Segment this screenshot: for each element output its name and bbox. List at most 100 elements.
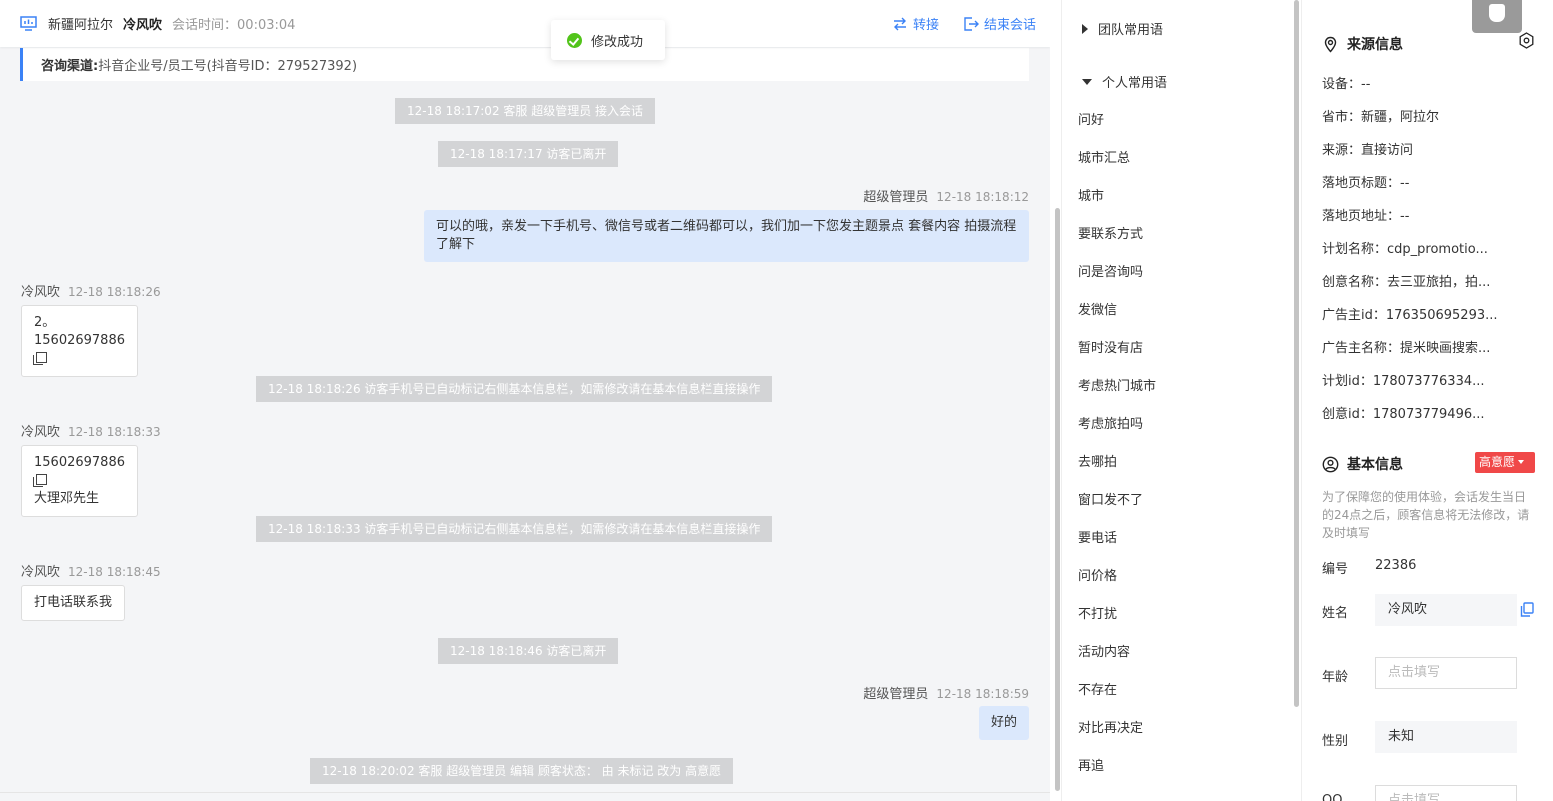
- message-line: 2。: [34, 315, 56, 330]
- phrase-item[interactable]: 暂时没有店: [1078, 337, 1143, 356]
- source-info-title: 来源信息: [1322, 34, 1403, 54]
- visitor-location: 新疆阿拉尔: [48, 18, 114, 33]
- phrase-item[interactable]: 活动内容: [1078, 641, 1130, 660]
- message-meta: 冷风吹 12-18 18:18:26: [21, 281, 161, 300]
- message-meta: 冷风吹 12-18 18:18:33: [21, 421, 161, 440]
- end-session-label: 结束会话: [983, 18, 1036, 33]
- phrase-item[interactable]: 城市: [1078, 185, 1104, 204]
- province-info: 省市：新疆，阿拉尔: [1322, 110, 1440, 125]
- system-message: 12-18 18:20:02 客服 超级管理员 编辑 顾客状态： 由 未标记 改…: [310, 758, 734, 784]
- channel-bar: 咨询渠道: 抖音企业号/员工号(抖音号ID：279527392): [20, 48, 1029, 81]
- message-time: 12-18 18:18:59: [936, 687, 1029, 701]
- origin-info: 来源：直接访问: [1322, 143, 1414, 158]
- gender-select[interactable]: 未知: [1375, 721, 1517, 753]
- sender-name: 冷风吹: [21, 285, 61, 300]
- session-duration: 会话时间：00:03:04: [172, 18, 296, 33]
- transfer-button[interactable]: 转接: [892, 14, 939, 33]
- chat-header: 新疆阿拉尔 冷风吹 会话时间：00:03:04 转接 结束会话: [0, 0, 1050, 47]
- agent-message: 可以的哦，亲发一下手机号、微信号或者二维码都可以，我们加一下您发主题景点 套餐内…: [424, 210, 1029, 262]
- plan-name-info: 计划名称：cdp_promotio...: [1322, 242, 1488, 257]
- message-time: 12-18 18:18:33: [68, 425, 161, 439]
- system-message: 12-18 18:17:17 访客已离开: [438, 141, 619, 167]
- copy-icon[interactable]: [33, 474, 47, 487]
- visitor-message: 2。 15602697886: [21, 305, 138, 377]
- success-toast: 修改成功: [551, 20, 665, 60]
- edit-notice: 为了保障您的使用体验，会话发生当日的24点之后，顾客信息将无法修改，请及时填写: [1322, 490, 1530, 540]
- group-label: 团队常用语: [1098, 23, 1164, 38]
- sender-name: 超级管理员: [863, 687, 929, 702]
- sender-name: 超级管理员: [863, 190, 929, 205]
- gender-label: 性别: [1322, 734, 1349, 749]
- phrase-item[interactable]: 发微信: [1078, 299, 1117, 318]
- user-circle-icon: [1322, 456, 1339, 472]
- message-meta: 冷风吹 12-18 18:18:45: [21, 561, 161, 580]
- phrase-item[interactable]: 再追: [1078, 755, 1104, 774]
- system-message: 12-18 18:18:33 访客手机号已自动标记右侧基本信息栏，如需修改请在基…: [256, 516, 773, 542]
- message-meta: 超级管理员 12-18 18:18:59: [863, 683, 1029, 702]
- divider: [0, 792, 1050, 793]
- toast-message: 修改成功: [591, 34, 644, 50]
- caret-right-icon: [1082, 23, 1088, 34]
- exit-icon: [964, 16, 979, 31]
- phone-number: 15602697886: [34, 455, 125, 470]
- message-meta: 超级管理员 12-18 18:18:12: [863, 186, 1029, 205]
- chat-scrollbar[interactable]: [1055, 208, 1060, 791]
- agent-message: 好的: [979, 706, 1029, 740]
- id-label: 编号: [1322, 562, 1349, 577]
- visitor-name: 冷风吹: [123, 18, 163, 33]
- caret-down-icon: [1518, 460, 1525, 464]
- phrase-item[interactable]: 城市汇总: [1078, 147, 1130, 166]
- channel-value: 抖音企业号/员工号(抖音号ID：279527392): [98, 59, 358, 74]
- system-message: 12-18 18:18:46 访客已离开: [438, 638, 619, 664]
- landing-title-info: 落地页标题：--: [1322, 176, 1410, 191]
- copy-icon[interactable]: [1520, 602, 1534, 617]
- creative-name-info: 创意名称：去三亚旅拍，拍...: [1322, 275, 1491, 290]
- sender-name: 冷风吹: [21, 565, 61, 580]
- check-circle-icon: [567, 32, 582, 48]
- system-message: 12-18 18:17:02 客服 超级管理员 接入会话: [395, 98, 656, 124]
- plan-id-info: 计划id：178073776334...: [1322, 374, 1485, 389]
- phrase-item[interactable]: 要联系方式: [1078, 223, 1143, 242]
- sender-name: 冷风吹: [21, 425, 61, 440]
- phrase-item[interactable]: 要电话: [1078, 527, 1117, 546]
- qq-label: QQ: [1322, 793, 1343, 801]
- chat-panel: 新疆阿拉尔 冷风吹 会话时间：00:03:04 转接 结束会话 咨询渠道: 抖音…: [0, 0, 1050, 801]
- copy-icon[interactable]: [33, 352, 47, 365]
- visitor-message: 15602697886 大理邓先生: [21, 445, 138, 517]
- phrase-item[interactable]: 问是咨询吗: [1078, 261, 1143, 280]
- age-label: 年龄: [1322, 670, 1349, 685]
- creative-id-info: 创意id：178073779496...: [1322, 407, 1485, 422]
- phrase-item[interactable]: 窗口发不了: [1078, 489, 1143, 508]
- intent-status-dropdown[interactable]: 高意愿: [1475, 452, 1535, 473]
- phrase-item[interactable]: 去哪拍: [1078, 451, 1117, 470]
- qq-input[interactable]: 点击填写: [1375, 785, 1517, 801]
- phrase-item[interactable]: 考虑热门城市: [1078, 375, 1156, 394]
- group-label: 个人常用语: [1102, 76, 1168, 91]
- advertiser-name-info: 广告主名称：提米映画搜索...: [1322, 341, 1491, 356]
- phrases-scrollbar[interactable]: [1294, 0, 1299, 707]
- location-pin-icon: [1324, 36, 1337, 53]
- phrase-item[interactable]: 对比再决定: [1078, 717, 1143, 736]
- phrase-item[interactable]: 不打扰: [1078, 603, 1117, 622]
- transfer-label: 转接: [912, 18, 939, 33]
- collapse-tab[interactable]: [1472, 0, 1522, 33]
- landing-url-info: 落地页地址：--: [1322, 209, 1410, 224]
- id-value: 22386: [1375, 558, 1417, 573]
- personal-phrases-group[interactable]: 个人常用语: [1082, 72, 1167, 91]
- phrase-item[interactable]: 问好: [1078, 109, 1104, 128]
- phrase-item[interactable]: 问价格: [1078, 565, 1117, 584]
- phone-number: 15602697886: [34, 333, 125, 348]
- name-field[interactable]: 冷风吹: [1375, 594, 1517, 626]
- phrase-item[interactable]: 考虑旅拍吗: [1078, 413, 1143, 432]
- end-session-button[interactable]: 结束会话: [963, 14, 1036, 33]
- name-label: 姓名: [1322, 606, 1349, 621]
- team-phrases-group[interactable]: 团队常用语: [1082, 19, 1163, 38]
- phrase-item[interactable]: 不存在: [1078, 679, 1117, 698]
- monitor-icon: [20, 16, 37, 31]
- basic-info-title: 基本信息: [1322, 454, 1403, 474]
- caret-down-icon: [1082, 78, 1092, 85]
- age-input[interactable]: 点击填写: [1375, 657, 1517, 689]
- gear-icon[interactable]: [1518, 32, 1535, 49]
- advertiser-id-info: 广告主id：176350695293...: [1322, 308, 1498, 323]
- transfer-icon: [893, 17, 906, 30]
